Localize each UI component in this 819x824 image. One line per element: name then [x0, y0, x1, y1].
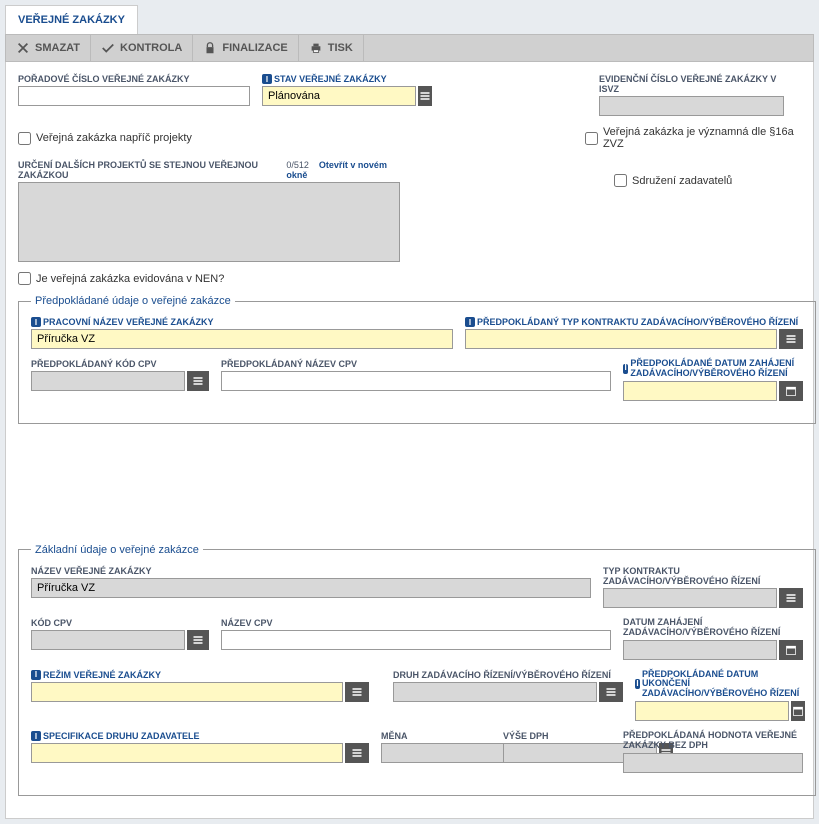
print-label: TISK — [328, 42, 353, 54]
calendar-icon — [785, 385, 797, 397]
urceni-label: URČENÍ DALŠÍCH PROJEKTŮ SE STEJNOU VEŘEJ… — [18, 160, 286, 180]
zak-vysedph-label: VÝŠE DPH — [503, 731, 611, 741]
zak-kodcpv-label: KÓD CPV — [31, 618, 209, 628]
info-icon: i — [31, 670, 41, 680]
chk-sdruzeni[interactable]: Sdružení zadavatelů — [614, 174, 732, 187]
finalize-button[interactable]: FINALIZACE — [193, 35, 298, 61]
calendar-icon — [792, 705, 804, 717]
list-icon — [351, 686, 363, 698]
zak-typ-picker[interactable] — [779, 588, 803, 608]
stav-picker[interactable] — [418, 86, 432, 106]
pred-kodcpv-picker[interactable] — [187, 371, 209, 391]
list-icon — [351, 747, 363, 759]
chk-napric[interactable]: Veřejná zakázka napříč projekty — [18, 126, 371, 150]
poradove-label: POŘADOVÉ ČÍSLO VEŘEJNÉ ZAKÁZKY — [18, 74, 250, 84]
zak-nazevcpv-input[interactable] — [221, 630, 611, 650]
zak-druh-label: DRUH ZADÁVACÍHO ŘÍZENÍ/VÝBĚROVÉHO ŘÍZENÍ — [393, 670, 623, 680]
pracovni-label: iPRACOVNÍ NÁZEV VEŘEJNÉ ZAKÁZKY — [31, 317, 453, 327]
finalize-label: FINALIZACE — [222, 42, 287, 54]
delete-button[interactable]: SMAZAT — [6, 35, 91, 61]
zak-datumzah-label: DATUM ZAHÁJENÍ ZADÁVACÍHO/VÝBĚROVÉHO ŘÍZ… — [623, 618, 803, 638]
pred-datumzah-input[interactable] — [623, 381, 777, 401]
zak-datumzah-input[interactable] — [623, 640, 777, 660]
zak-rezim-input[interactable] — [31, 682, 343, 702]
list-icon — [785, 592, 797, 604]
zak-nazev-label: NÁZEV VEŘEJNÉ ZAKÁZKY — [31, 566, 591, 576]
zak-datumzah-picker[interactable] — [779, 640, 803, 660]
pred-nazevcpv-label: PŘEDPOKLÁDANÝ NÁZEV CPV — [221, 359, 611, 369]
zak-typ-label: TYP KONTRAKTU ZADÁVACÍHO/VÝBĚROVÉHO ŘÍZE… — [603, 566, 803, 586]
predpokladane-legend: Předpokládané údaje o veřejné zakázce — [31, 295, 235, 307]
zak-druh-picker[interactable] — [599, 682, 623, 702]
list-icon — [419, 90, 431, 102]
info-icon: i — [635, 679, 640, 689]
print-icon — [309, 41, 323, 55]
evidencni-input[interactable] — [599, 96, 784, 116]
zak-mena-label: MĚNA — [381, 731, 491, 741]
toolbar: SMAZAT KONTROLA FINALIZACE TISK — [5, 34, 814, 62]
info-icon: i — [31, 317, 41, 327]
chk-sdruzeni-box[interactable] — [614, 174, 627, 187]
list-icon — [192, 375, 204, 387]
list-icon — [605, 686, 617, 698]
zak-hodnota-label: PŘEDPOKLÁDANÁ HODNOTA VEŘEJNÉ ZAKÁZKY BE… — [623, 731, 803, 751]
stav-label: iSTAV VEŘEJNÉ ZAKÁZKY — [262, 74, 412, 84]
pred-typ-picker[interactable] — [779, 329, 803, 349]
pracovni-input[interactable] — [31, 329, 453, 349]
zak-druh-input[interactable] — [393, 682, 597, 702]
chk-napric-box[interactable] — [18, 132, 31, 145]
info-icon: i — [623, 364, 628, 374]
zak-specifikace-label: iSPECIFIKACE DRUHU ZADAVATELE — [31, 731, 369, 741]
zak-specifikace-picker[interactable] — [345, 743, 369, 763]
info-icon: i — [31, 731, 41, 741]
check-button[interactable]: KONTROLA — [91, 35, 193, 61]
chk-vyznamna[interactable]: Veřejná zakázka je významná dle §16a ZVZ — [585, 126, 801, 150]
zak-datumukonc-input[interactable] — [635, 701, 789, 721]
close-icon — [16, 41, 30, 55]
predpokladane-fieldset: Předpokládané údaje o veřejné zakázce iP… — [18, 295, 816, 424]
zak-nazev-input[interactable] — [31, 578, 591, 598]
check-icon — [101, 41, 115, 55]
info-icon: i — [262, 74, 272, 84]
zak-kodcpv-picker[interactable] — [187, 630, 209, 650]
content: POŘADOVÉ ČÍSLO VEŘEJNÉ ZAKÁZKY iSTAV VEŘ… — [5, 62, 814, 819]
zak-typ-input[interactable] — [603, 588, 777, 608]
zak-nazevcpv-label: NÁZEV CPV — [221, 618, 611, 628]
chk-nen-box[interactable] — [18, 272, 31, 285]
pred-typ-input[interactable] — [465, 329, 777, 349]
chk-nen[interactable]: Je veřejná zakázka evidována v NEN? — [18, 272, 801, 285]
pred-datumzah-picker[interactable] — [779, 381, 803, 401]
stav-input[interactable] — [262, 86, 416, 106]
check-label: KONTROLA — [120, 42, 182, 54]
zak-datumukonc-picker[interactable] — [791, 701, 805, 721]
zak-kodcpv-input[interactable] — [31, 630, 185, 650]
zak-specifikace-input[interactable] — [31, 743, 343, 763]
evidencni-label: EVIDENČNÍ ČÍSLO VEŘEJNÉ ZAKÁZKY V ISVZ — [599, 74, 784, 94]
delete-label: SMAZAT — [35, 42, 80, 54]
pred-typ-label: iPŘEDPOKLÁDANÝ TYP KONTRAKTU ZADÁVACÍHO/… — [465, 317, 803, 327]
list-icon — [785, 333, 797, 345]
zak-hodnota-input[interactable] — [623, 753, 803, 773]
zak-rezim-label: iREŽIM VEŘEJNÉ ZAKÁZKY — [31, 670, 369, 680]
zak-rezim-picker[interactable] — [345, 682, 369, 702]
zakladni-fieldset: Základní údaje o veřejné zakázce NÁZEV V… — [18, 544, 816, 796]
list-icon — [192, 634, 204, 646]
chk-vyznamna-box[interactable] — [585, 132, 598, 145]
pred-kodcpv-label: PŘEDPOKLÁDANÝ KÓD CPV — [31, 359, 209, 369]
tab-public-contracts[interactable]: VEŘEJNÉ ZAKÁZKY — [5, 5, 138, 34]
print-button[interactable]: TISK — [299, 35, 364, 61]
poradove-input[interactable] — [18, 86, 250, 106]
urceni-textarea[interactable] — [18, 182, 400, 262]
urceni-counter: 0/512 — [286, 160, 309, 170]
pred-datumzah-label: iPŘEDPOKLÁDANÉ DATUM ZAHÁJENÍ ZADÁVACÍHO… — [623, 359, 803, 379]
calendar-icon — [785, 644, 797, 656]
lock-icon — [203, 41, 217, 55]
info-icon: i — [465, 317, 475, 327]
zak-datumukonc-label: iPŘEDPOKLÁDANÉ DATUM UKONČENÍ ZADÁVACÍHO… — [635, 670, 803, 700]
pred-kodcpv-input[interactable] — [31, 371, 185, 391]
pred-nazevcpv-input[interactable] — [221, 371, 611, 391]
zakladni-legend: Základní údaje o veřejné zakázce — [31, 544, 203, 556]
